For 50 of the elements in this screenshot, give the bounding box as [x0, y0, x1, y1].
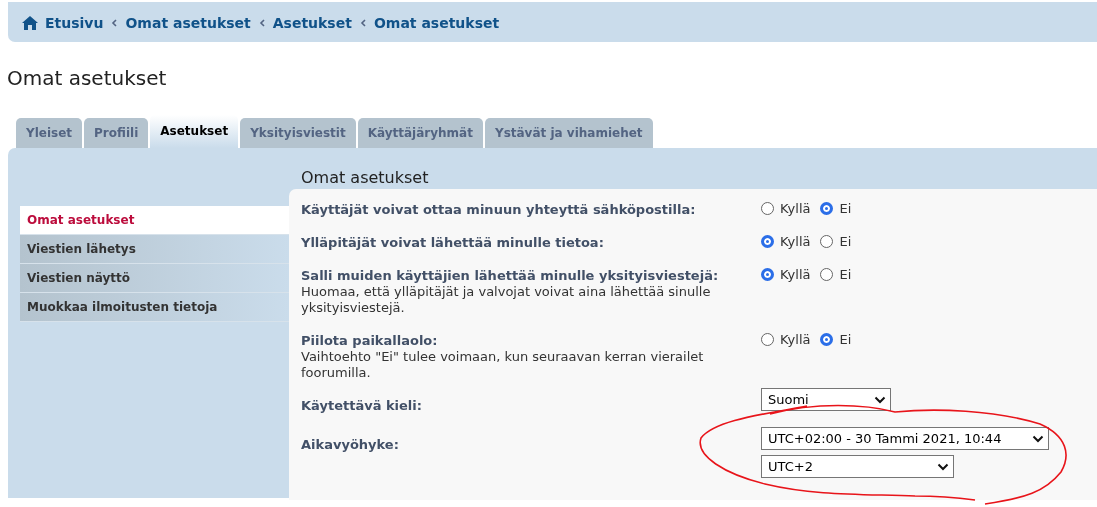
radio-label: Ei: [839, 332, 852, 348]
radio-button[interactable]: [820, 235, 834, 248]
dropdown[interactable]: UTC+2: [761, 455, 954, 478]
tab[interactable]: Ystävät ja vihamiehet: [484, 118, 653, 148]
sidebar-item[interactable]: Viestien näyttö: [20, 264, 289, 293]
breadcrumb-link[interactable]: Omat asetukset: [125, 15, 251, 31]
page-title: Omat asetukset: [7, 66, 168, 90]
sidebar-item[interactable]: Muokkaa ilmoitusten tietoja: [20, 293, 289, 322]
setting-label: Ylläpitäjät voivat lähettää minulle tietoa:: [301, 234, 604, 251]
caret-icon: [874, 395, 886, 404]
radio-button[interactable]: [820, 333, 834, 346]
radio-label: Kyllä: [780, 234, 811, 250]
radio-label: Ei: [839, 234, 852, 250]
setting-label: Piilota paikallaolo:: [301, 332, 438, 349]
radio-button[interactable]: [820, 268, 834, 281]
radio-button[interactable]: [820, 202, 834, 215]
caret-icon: [1032, 434, 1044, 443]
breadcrumb-link[interactable]: Asetukset: [272, 15, 352, 31]
radio-label: Kyllä: [780, 201, 811, 217]
chevron-icon: [111, 19, 118, 27]
tab[interactable]: Profiili: [84, 118, 149, 148]
setting-label: Käytettävä kieli:: [301, 397, 422, 414]
tab[interactable]: Käyttäjäryhmät: [357, 118, 483, 148]
setting-note: Vaihtoehto "Ei" tulee voimaan, kun seuraavan kerran vierailet foorumilla.: [301, 349, 705, 381]
home-icon: [22, 16, 38, 30]
tab[interactable]: Yksityisviestit: [240, 118, 356, 148]
radio-label: Kyllä: [780, 267, 811, 283]
radio-button[interactable]: [761, 268, 774, 281]
radio-label: Ei: [839, 267, 852, 283]
dropdown[interactable]: UTC+02:00 - 30 Tammi 2021, 10:44: [761, 427, 1049, 450]
caret-icon: [937, 462, 949, 471]
chevron-icon: [258, 19, 265, 27]
panel-title: Omat asetukset: [300, 167, 429, 189]
setting-note: Huomaa, että ylläpitäjät ja valvojat voivat aina lähettää sinulle yksityisviestejä.: [301, 284, 712, 316]
radio-button[interactable]: [761, 333, 774, 346]
radio-button[interactable]: [761, 235, 774, 248]
dropdown[interactable]: Suomi: [761, 388, 891, 411]
sidebar-item[interactable]: Viestien lähetys: [20, 235, 289, 264]
breadcrumb-link[interactable]: Etusivu: [45, 15, 104, 31]
radio-label: Kyllä: [780, 332, 811, 348]
tab[interactable]: Yleiset: [16, 118, 83, 148]
radio-label: Ei: [839, 201, 852, 217]
setting-label: Salli muiden käyttäjien lähettää minulle yksityisviestejä:: [301, 267, 719, 284]
tab[interactable]: Asetukset: [150, 115, 239, 148]
radio-button[interactable]: [761, 202, 774, 215]
chevron-icon: [359, 19, 366, 27]
sidebar-item[interactable]: Omat asetukset: [20, 206, 289, 235]
setting-label: Käyttäjät voivat ottaa minuun yhteyttä sähköpostilla:: [301, 201, 696, 218]
setting-label: Aikavyöhyke:: [301, 436, 399, 453]
breadcrumb-link[interactable]: Omat asetukset: [373, 15, 500, 31]
